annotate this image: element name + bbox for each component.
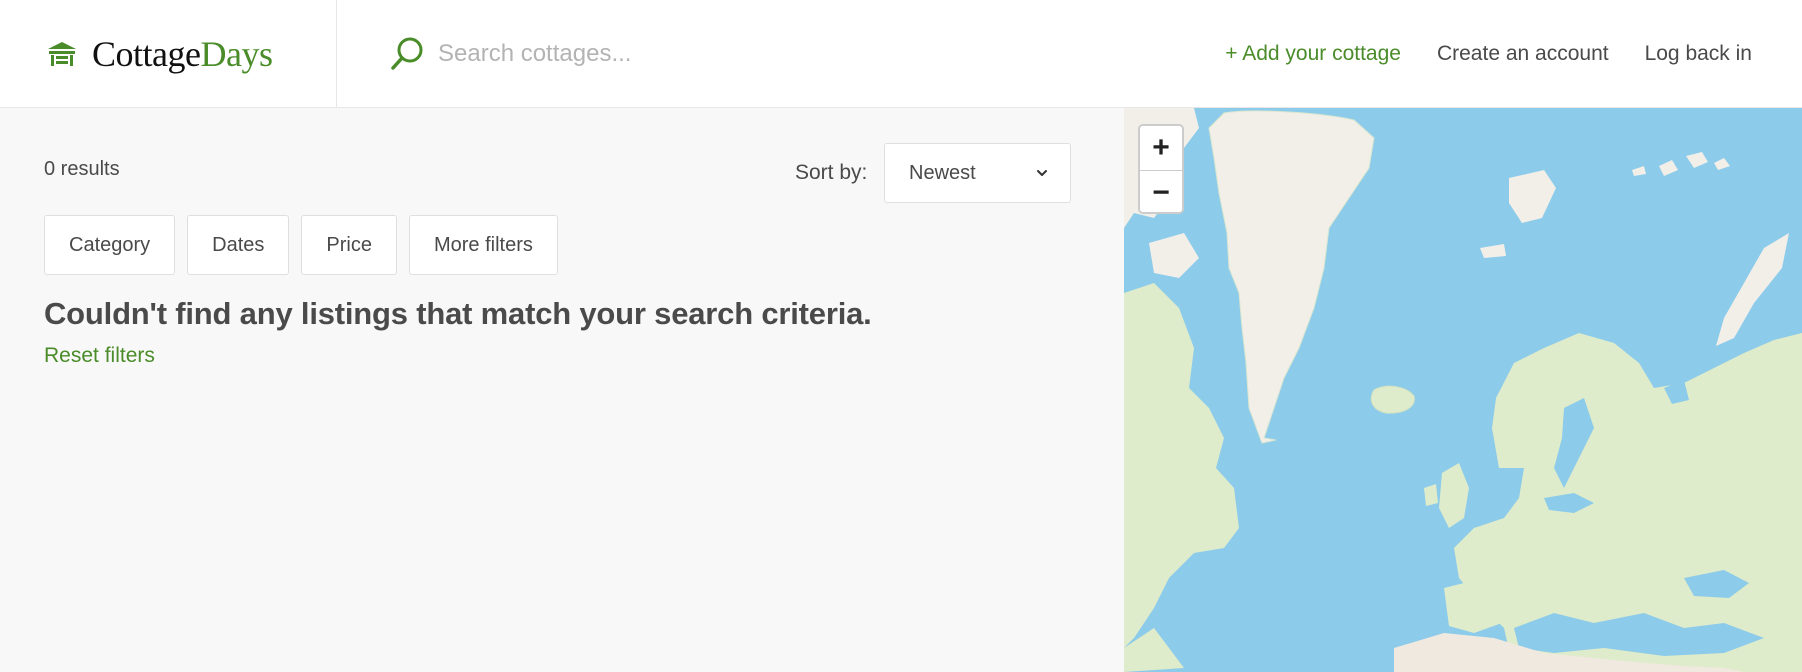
top-bar: CottageDays + Add your cottage Create an…	[0, 0, 1802, 108]
chevron-down-icon	[1037, 170, 1047, 176]
add-cottage-link[interactable]: + Add your cottage	[1225, 42, 1401, 66]
category-filter-button[interactable]: Category	[44, 215, 176, 275]
map[interactable]: + −	[1124, 108, 1802, 672]
zoom-control: + −	[1138, 124, 1184, 214]
more-filters-button[interactable]: More filters	[408, 215, 558, 275]
results-count: 0 results	[44, 158, 120, 180]
results-panel: 0 results Sort by: Newest Category Dates…	[0, 108, 1124, 672]
zoom-in-button[interactable]: +	[1140, 126, 1182, 170]
sort-label: Sort by:	[795, 161, 868, 184]
brand-name: CottageDays	[92, 33, 273, 75]
create-account-link[interactable]: Create an account	[1437, 42, 1609, 66]
search-icon	[391, 37, 423, 70]
reset-filters-link[interactable]: Reset filters	[44, 344, 155, 368]
zoom-out-button[interactable]: −	[1140, 170, 1182, 212]
logo[interactable]: CottageDays	[0, 0, 337, 107]
top-nav: + Add your cottage Create an account Log…	[1225, 0, 1752, 108]
house-icon	[48, 41, 76, 66]
dates-filter-button[interactable]: Dates	[187, 215, 290, 275]
search-bar	[390, 30, 938, 78]
search-input[interactable]	[438, 40, 938, 68]
sort-select[interactable]: Newest	[884, 143, 1071, 203]
log-in-link[interactable]: Log back in	[1645, 42, 1752, 66]
brand-name-part2: Days	[200, 33, 273, 74]
brand-name-part1: Cottage	[92, 33, 201, 74]
map-tiles	[1124, 108, 1802, 672]
filter-bar: Category Dates Price More filters	[44, 215, 558, 275]
sort-selected-value: Newest	[909, 161, 976, 184]
empty-results-message: Couldn't find any listings that match yo…	[44, 296, 872, 331]
price-filter-button[interactable]: Price	[301, 215, 397, 275]
